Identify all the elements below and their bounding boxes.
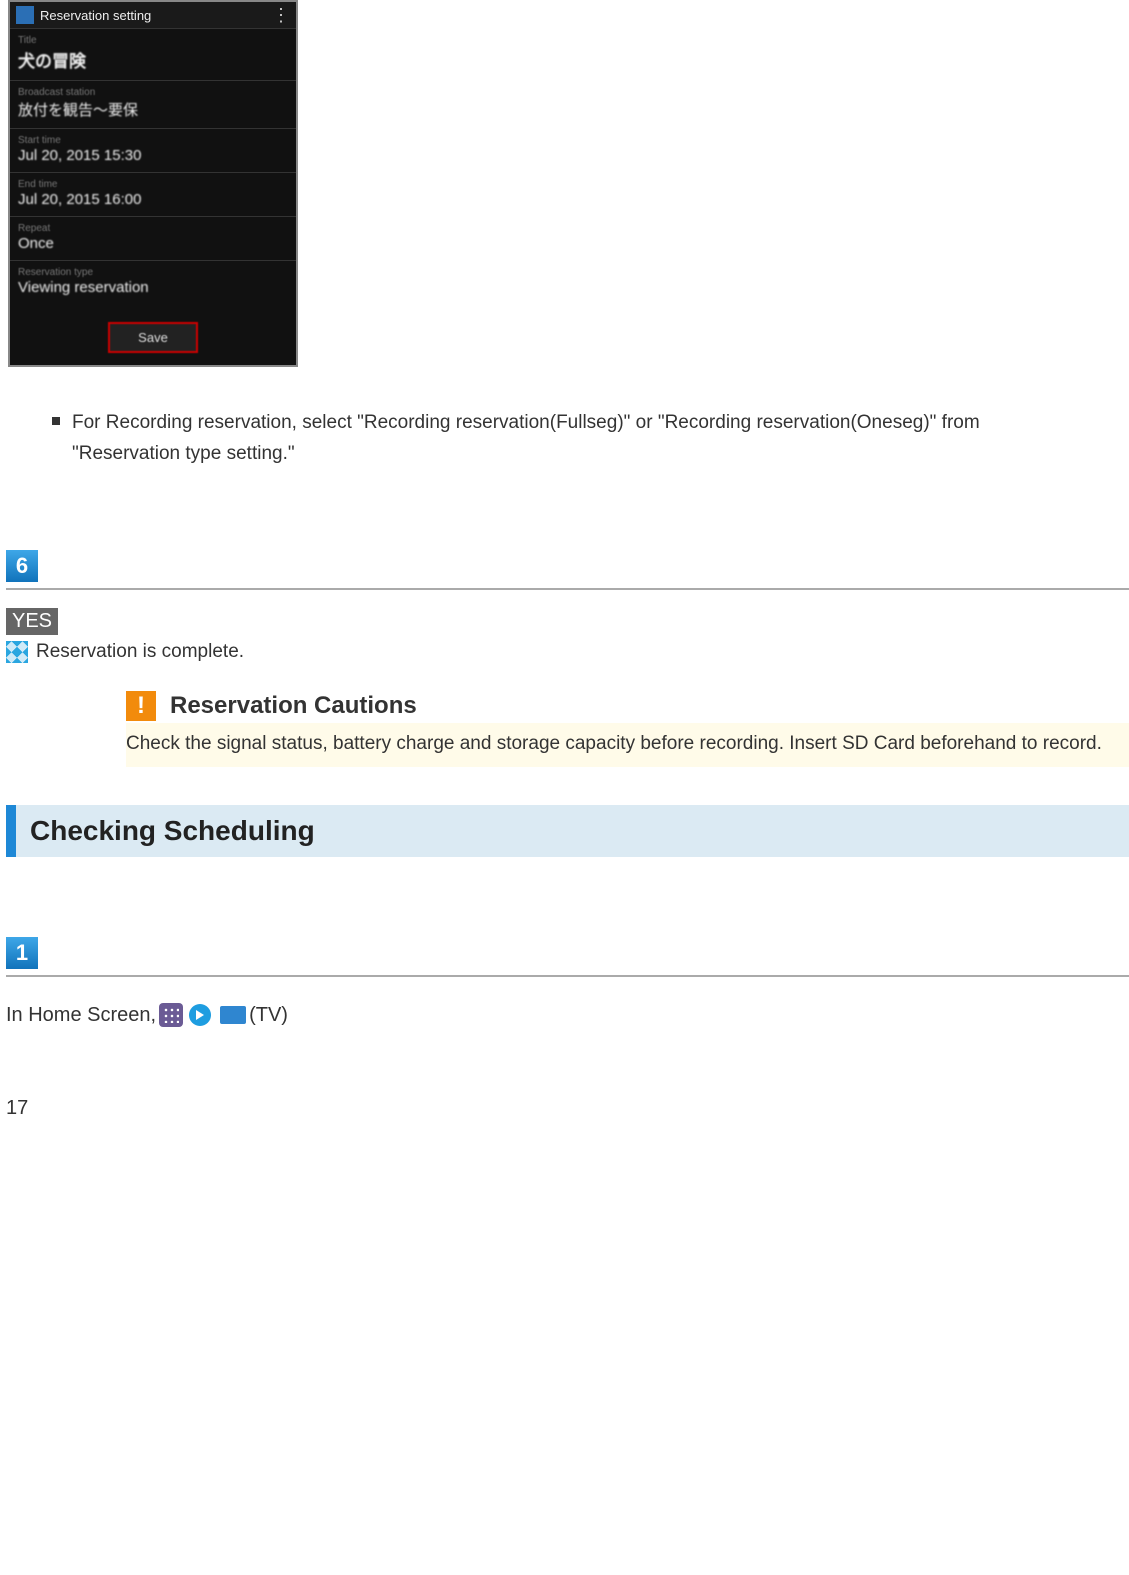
finish-flag-icon xyxy=(6,641,28,663)
app-icon xyxy=(16,6,34,24)
field-value-type: Viewing reservation xyxy=(18,279,288,296)
caution-box: ! Reservation Cautions Check the signal … xyxy=(126,691,1129,767)
yes-badge: YES xyxy=(6,608,58,635)
screenshot-titlebar: Reservation setting ⋮ xyxy=(10,2,296,29)
tv-icon xyxy=(220,1006,246,1024)
step1-prefix: In Home Screen, xyxy=(6,1004,156,1027)
complete-text: Reservation is complete. xyxy=(36,641,244,663)
field-value-title: 犬の冒険 xyxy=(18,47,288,72)
alert-icon: ! xyxy=(126,691,156,721)
step1-suffix: (TV) xyxy=(249,1004,288,1027)
page-number: 17 xyxy=(6,1097,1129,1120)
arrow-icon xyxy=(189,1004,211,1026)
section-header-checking-scheduling: Checking Scheduling xyxy=(6,805,1129,857)
apps-icon xyxy=(159,1003,183,1027)
caution-body: Check the signal status, battery charge … xyxy=(126,723,1129,767)
field-label-end: End time xyxy=(18,179,288,190)
field-label-title: Title xyxy=(18,35,288,46)
reservation-setting-screenshot: Reservation setting ⋮ Title 犬の冒険 Broadca… xyxy=(8,0,298,367)
save-button-highlighted: Save xyxy=(108,322,198,353)
field-value-repeat: Once xyxy=(18,235,288,252)
field-label-repeat: Repeat xyxy=(18,223,288,234)
field-value-channel: 放付を観告～要保 xyxy=(18,99,288,120)
screenshot-title: Reservation setting xyxy=(40,8,151,23)
overflow-icon: ⋮ xyxy=(272,8,290,22)
step-divider xyxy=(6,588,1129,590)
step-divider xyxy=(6,975,1129,977)
field-label-type: Reservation type xyxy=(18,267,288,278)
caution-title: Reservation Cautions xyxy=(170,692,417,720)
step-badge-1: 1 xyxy=(6,937,38,969)
step-1-instruction: In Home Screen, (TV) xyxy=(6,1003,1129,1027)
step-badge-6: 6 xyxy=(6,550,38,582)
field-label-start: Start time xyxy=(18,135,288,146)
field-value-end: Jul 20, 2015 16:00 xyxy=(18,191,288,208)
field-value-start: Jul 20, 2015 15:30 xyxy=(18,147,288,164)
recording-note: For Recording reservation, select "Recor… xyxy=(50,407,1089,470)
field-label-channel: Broadcast station xyxy=(18,87,288,98)
